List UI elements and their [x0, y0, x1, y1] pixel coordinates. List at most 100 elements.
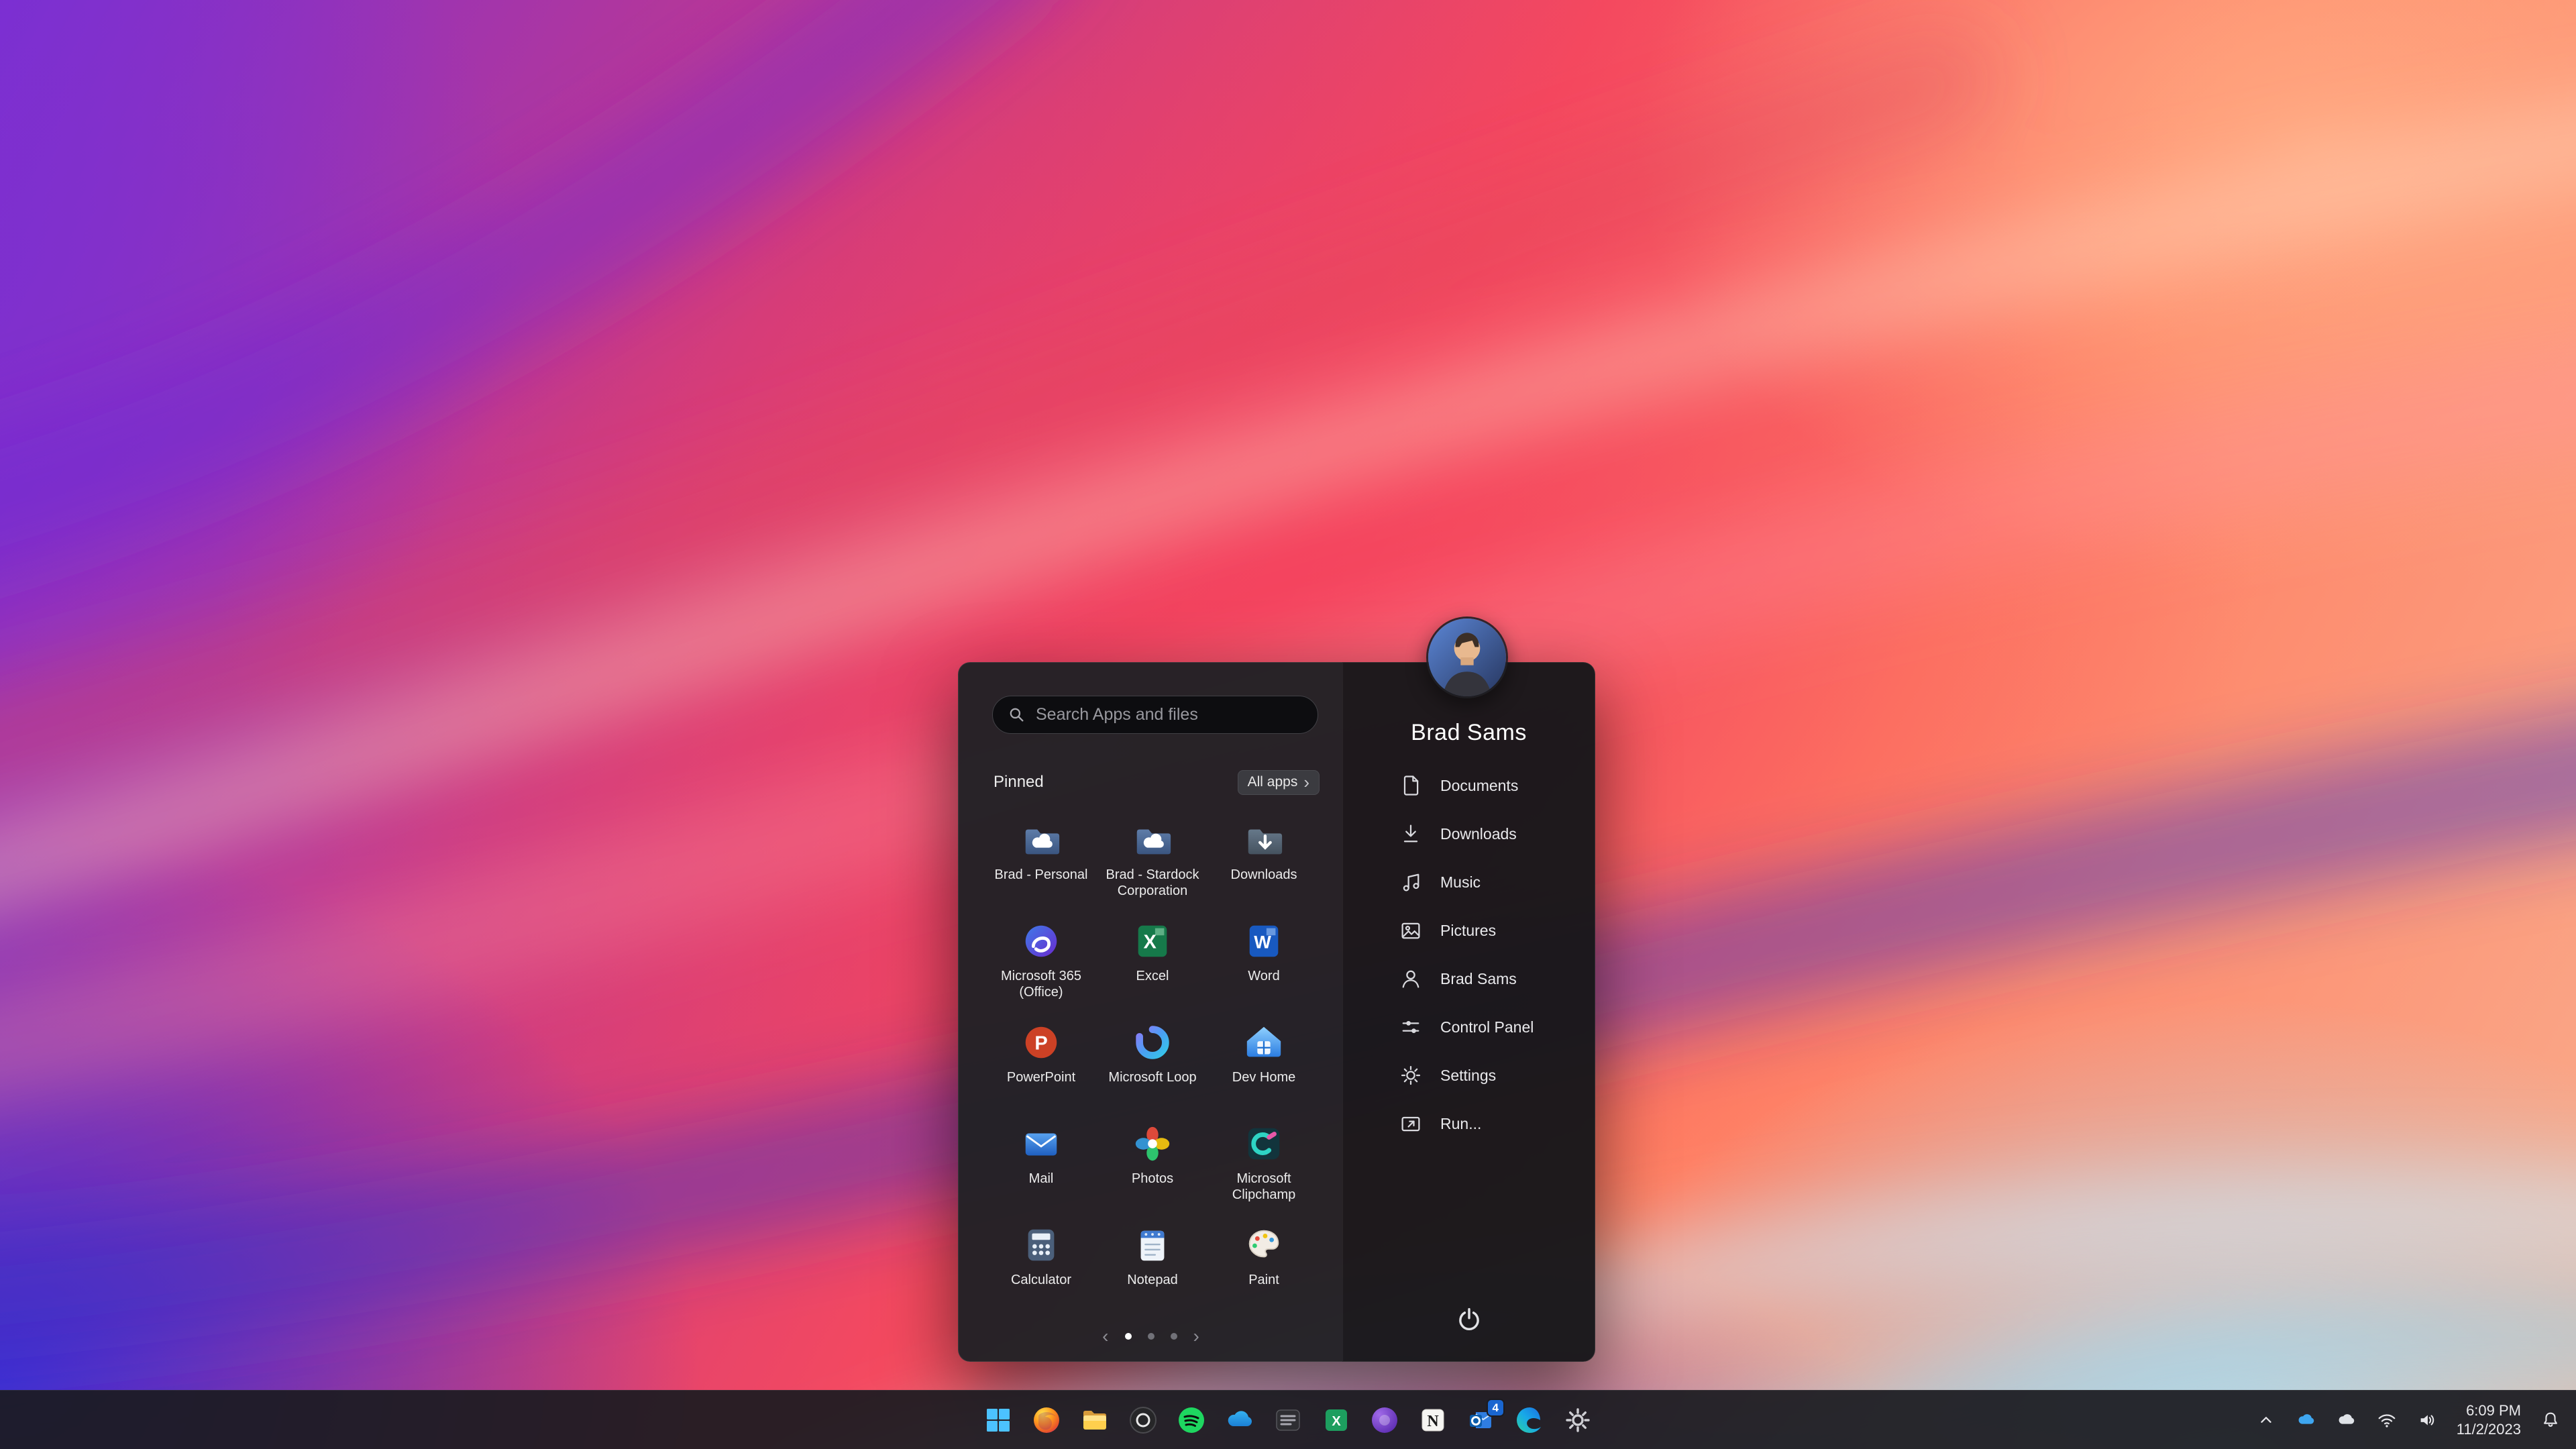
pager-dot-3[interactable]	[1170, 1333, 1177, 1340]
gear-icon	[1401, 1065, 1421, 1085]
dark-striped-app-button[interactable]	[1269, 1401, 1307, 1440]
start-tile-powerpoint[interactable]: P PowerPoint	[985, 1016, 1097, 1117]
pinned-header: Pinned All apps ›	[994, 769, 1320, 796]
user-link-label: Control Panel	[1440, 1018, 1534, 1036]
microsoft-365-icon	[1020, 920, 1062, 962]
start-tile-photos[interactable]: Photos	[1097, 1117, 1208, 1218]
notion-button[interactable]: N	[1413, 1401, 1452, 1440]
pinned-label: Pinned	[994, 773, 1044, 791]
pager-chevron-left-icon[interactable]: ‹	[1102, 1327, 1108, 1346]
pager-dot-2[interactable]	[1147, 1333, 1155, 1340]
user-link-run[interactable]: Run...	[1342, 1099, 1595, 1148]
cloud-tray-button[interactable]	[2333, 1407, 2360, 1434]
svg-text:X: X	[1332, 1414, 1341, 1429]
user-name: Brad Sams	[1411, 720, 1527, 745]
chevron-up-icon	[2261, 1416, 2271, 1423]
user-link-documents[interactable]: Documents	[1342, 761, 1595, 810]
svg-text:X: X	[1143, 932, 1157, 953]
start-tile-label: Calculator	[1010, 1273, 1072, 1287]
notepad-icon	[1132, 1224, 1173, 1266]
speaker-icon	[2420, 1414, 2434, 1426]
power-button[interactable]	[1447, 1298, 1491, 1342]
search-bar[interactable]	[992, 696, 1318, 734]
start-tile-label: Brad - Personal	[994, 867, 1088, 882]
notifications-button[interactable]	[2537, 1407, 2564, 1434]
notion-icon: N	[1421, 1409, 1444, 1431]
powerpoint-icon: P	[1020, 1022, 1062, 1063]
start-tile-label: Paint	[1248, 1273, 1279, 1287]
start-pager: ‹ ›	[959, 1327, 1343, 1346]
word-icon: W	[1243, 920, 1285, 962]
firefox-button[interactable]	[1027, 1401, 1066, 1440]
pager-chevron-right-icon[interactable]: ›	[1193, 1327, 1199, 1346]
start-tile-label: Brad - Stardock Corporation	[1106, 867, 1199, 898]
clock-date: 11/2/2023	[2456, 1420, 2521, 1438]
start-tile-brad-personal[interactable]: Brad - Personal	[985, 813, 1097, 914]
user-link-label: Run...	[1440, 1114, 1482, 1132]
start-tile-label: Microsoft Loop	[1108, 1070, 1197, 1085]
dark-striped-app-icon	[1276, 1409, 1300, 1431]
outlook-button[interactable]: 4	[1462, 1398, 1505, 1440]
settings-button[interactable]	[1558, 1401, 1597, 1440]
taskbar-center: X N 4	[979, 1391, 1597, 1449]
user-link-control-panel[interactable]: Control Panel	[1342, 1003, 1595, 1051]
document-icon	[1403, 775, 1419, 796]
purple-app-button[interactable]	[1365, 1401, 1404, 1440]
svg-text:W: W	[1254, 932, 1271, 953]
onedrive-button[interactable]	[1220, 1401, 1259, 1440]
start-tile-mail[interactable]: Mail	[985, 1117, 1097, 1218]
network-button[interactable]	[2373, 1407, 2400, 1434]
sliders-icon	[1402, 1021, 1419, 1033]
paint-icon	[1243, 1224, 1285, 1266]
start-tile-notepad[interactable]: Notepad	[1097, 1218, 1208, 1320]
volume-button[interactable]	[2414, 1407, 2440, 1434]
pager-dot-1[interactable]	[1124, 1333, 1132, 1340]
start-tile-label: Microsoft Clipchamp	[1232, 1171, 1296, 1202]
user-link-settings[interactable]: Settings	[1342, 1051, 1595, 1099]
user-link-profile-folder[interactable]: Brad Sams	[1342, 955, 1595, 1003]
spotify-button[interactable]	[1172, 1401, 1211, 1440]
start-tile-clipchamp[interactable]: Microsoft Clipchamp	[1208, 1117, 1320, 1218]
start-menu-left-pane: Pinned All apps › Brad - Personal Brad -…	[958, 662, 1342, 1362]
user-link-pictures[interactable]: Pictures	[1342, 906, 1595, 955]
start-menu: Pinned All apps › Brad - Personal Brad -…	[958, 616, 1595, 1362]
onedrive-tray-button[interactable]	[2293, 1407, 2320, 1434]
edge-button[interactable]	[1510, 1401, 1549, 1440]
user-avatar[interactable]	[1426, 616, 1508, 698]
file-explorer-button[interactable]	[1075, 1401, 1114, 1440]
start-tile-word[interactable]: W Word	[1208, 914, 1320, 1016]
start-tile-microsoft-365[interactable]: Microsoft 365 (Office)	[985, 914, 1097, 1016]
search-input[interactable]	[1036, 705, 1303, 724]
all-apps-label: All apps	[1247, 774, 1298, 790]
user-links: Documents Downloads Music Pictures Brad …	[1342, 761, 1595, 1148]
spotify-icon	[1179, 1407, 1204, 1433]
start-tile-calculator[interactable]: Calculator	[985, 1218, 1097, 1320]
excel-icon: X	[1326, 1409, 1347, 1431]
start-tile-brad-stardock[interactable]: Brad - Stardock Corporation	[1097, 813, 1208, 914]
user-link-label: Pictures	[1440, 921, 1497, 939]
bell-icon	[2544, 1412, 2557, 1427]
all-apps-button[interactable]: All apps ›	[1237, 769, 1320, 795]
start-tile-label: Microsoft 365 (Office)	[1000, 969, 1082, 1000]
start-tile-dev-home[interactable]: Dev Home	[1208, 1016, 1320, 1117]
gear-icon	[1566, 1407, 1590, 1432]
start-tile-paint[interactable]: Paint	[1208, 1218, 1320, 1320]
download-icon	[1403, 824, 1418, 843]
user-link-music[interactable]: Music	[1342, 858, 1595, 906]
excel-button[interactable]: X	[1317, 1401, 1356, 1440]
dark-circle-app-button[interactable]	[1124, 1401, 1163, 1440]
start-tile-downloads[interactable]: Downloads	[1208, 813, 1320, 914]
photos-icon	[1132, 1123, 1173, 1165]
hidden-icons-button[interactable]	[2253, 1407, 2279, 1434]
start-button[interactable]	[979, 1401, 1018, 1440]
taskbar-tray: 6:09 PM 11/2/2023	[2253, 1391, 2564, 1449]
start-tile-microsoft-loop[interactable]: Microsoft Loop	[1097, 1016, 1208, 1117]
purple-app-icon	[1372, 1407, 1397, 1433]
clock[interactable]: 6:09 PM 11/2/2023	[2454, 1401, 2524, 1439]
dev-home-icon	[1243, 1022, 1285, 1063]
start-tile-excel[interactable]: X Excel	[1097, 914, 1208, 1016]
user-link-downloads[interactable]: Downloads	[1342, 810, 1595, 858]
music-note-icon	[1403, 873, 1419, 892]
windows-logo-icon	[987, 1408, 1010, 1432]
onedrive-folder-icon	[1020, 819, 1062, 861]
